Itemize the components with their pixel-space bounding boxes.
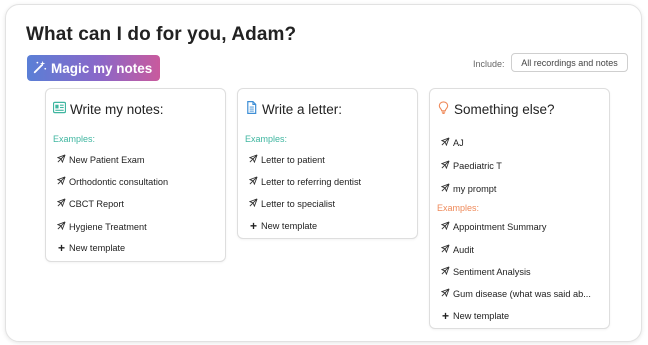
plus-icon: + (249, 218, 257, 233)
list-item[interactable]: Letter to referring dentist (248, 176, 361, 187)
list-item[interactable]: New Patient Exam (56, 154, 145, 165)
send-icon (56, 221, 66, 232)
send-icon (440, 266, 450, 277)
new-template-button[interactable]: + New template (249, 218, 317, 233)
send-icon (440, 244, 450, 255)
send-icon (56, 154, 66, 165)
assistant-panel: What can I do for you, Adam? Magic my no… (5, 4, 642, 342)
card-title: Write a letter: (262, 101, 343, 117)
notes-card-icon (52, 101, 67, 117)
list-item[interactable]: Letter to patient (248, 154, 325, 165)
new-template-button[interactable]: + New template (441, 308, 509, 323)
page-title: What can I do for you, Adam? (26, 24, 297, 45)
card-header: Something else? (437, 101, 555, 117)
list-item[interactable]: Gum disease (what was said ab... (440, 288, 591, 299)
card-header: Write a letter: (245, 101, 342, 117)
send-icon (248, 154, 258, 165)
list-item[interactable]: my prompt (440, 183, 496, 194)
send-icon (56, 198, 66, 209)
list-item[interactable]: Audit (440, 244, 474, 255)
include-select[interactable]: All recordings and notes (511, 53, 628, 72)
send-icon (440, 160, 450, 171)
card-something-else: Something else? AJ Paediatric T my promp… (429, 88, 610, 329)
list-item[interactable]: Sentiment Analysis (440, 266, 531, 277)
send-icon (440, 221, 450, 232)
document-icon (245, 101, 258, 117)
send-icon (440, 183, 450, 194)
send-icon (248, 176, 258, 187)
examples-label: Examples: (245, 134, 288, 144)
magic-my-notes-button[interactable]: Magic my notes (27, 55, 161, 81)
list-item[interactable]: Paediatric T (440, 160, 502, 171)
send-icon (440, 288, 450, 299)
list-item[interactable]: Letter to specialist (248, 198, 335, 209)
list-item[interactable]: Hygiene Treatment (56, 221, 147, 232)
list-item[interactable]: Orthodontic consultation (56, 176, 168, 187)
card-title: Write my notes: (70, 101, 164, 117)
list-item[interactable]: AJ (440, 137, 464, 148)
examples-label: Examples: (53, 134, 96, 144)
include-label: Include: (473, 59, 505, 69)
card-title: Something else? (454, 101, 555, 117)
card-write-a-letter: Write a letter: Examples: Letter to pati… (237, 88, 418, 239)
plus-icon: + (57, 240, 65, 255)
magic-wand-icon (33, 60, 47, 77)
card-header: Write my notes: (52, 101, 164, 117)
magic-my-notes-label: Magic my notes (51, 60, 153, 76)
plus-icon: + (441, 308, 449, 323)
list-item[interactable]: CBCT Report (56, 198, 124, 209)
new-template-button[interactable]: + New template (57, 240, 125, 255)
send-icon (440, 137, 450, 148)
card-write-my-notes: Write my notes: Examples: New Patient Ex… (45, 88, 226, 262)
send-icon (248, 198, 258, 209)
send-icon (56, 176, 66, 187)
examples-label: Examples: (437, 203, 480, 213)
lightbulb-icon (437, 101, 450, 117)
list-item[interactable]: Appointment Summary (440, 221, 546, 232)
